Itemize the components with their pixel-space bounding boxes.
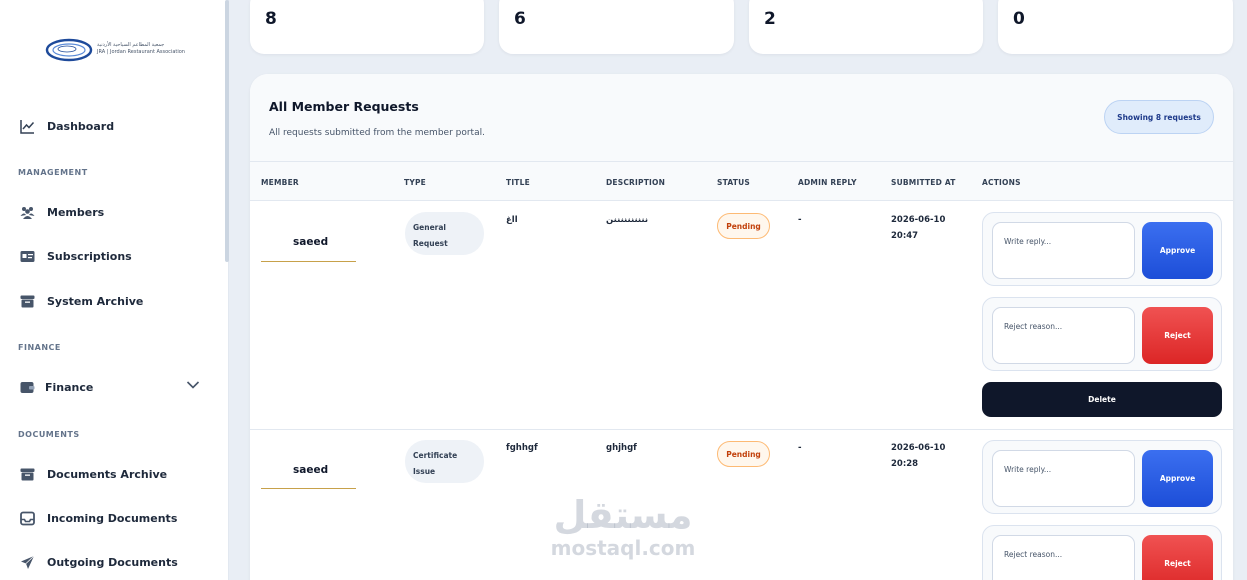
column-header-title: TITLE: [506, 178, 530, 187]
column-header-member: MEMBER: [261, 178, 299, 187]
status-badge: Pending: [717, 441, 770, 467]
table-header: MEMBER TYPE TITLE DESCRIPTION STATUS ADM…: [250, 161, 1233, 201]
submitted-at: 2026-06-10 20:47: [891, 215, 946, 241]
stat-value: 8: [265, 9, 277, 29]
reject-button[interactable]: Reject: [1142, 307, 1213, 364]
reply-input[interactable]: [992, 222, 1135, 279]
sidebar-item-subscriptions[interactable]: Subscriptions: [20, 246, 132, 266]
member-name: saeed: [293, 236, 329, 248]
member-name: saeed: [293, 464, 329, 476]
stat-card-approved: 2: [749, 0, 983, 54]
reject-reason-input[interactable]: [992, 307, 1135, 364]
jra-logo: جمعية المطاعم السياحية الأردنية JRA | Jo…: [45, 37, 185, 63]
member-requests-card: All Member Requests All requests submitt…: [250, 74, 1233, 580]
id-card-icon: [20, 250, 35, 262]
sidebar-item-label: Outgoing Documents: [47, 555, 178, 569]
sidebar-scrollbar[interactable]: [225, 0, 229, 262]
users-icon: [20, 206, 35, 219]
logo-emblem-icon: [45, 38, 93, 62]
approve-button[interactable]: Approve: [1142, 450, 1213, 507]
column-header-admin-reply: ADMIN REPLY: [798, 178, 857, 187]
paper-plane-icon: [21, 555, 35, 569]
card-subtitle: All requests submitted from the member p…: [269, 128, 485, 138]
card-title: All Member Requests: [269, 99, 419, 114]
reject-reason-input[interactable]: [992, 535, 1135, 580]
request-title: fghhgf: [506, 443, 538, 453]
stat-value: 2: [764, 9, 776, 29]
sidebar-item-incoming-documents[interactable]: Incoming Documents: [20, 508, 177, 528]
sidebar-item-label: Finance: [45, 380, 94, 394]
sidebar-item-label: Dashboard: [47, 119, 115, 133]
wallet-icon: [20, 381, 35, 393]
chart-line-icon: [20, 119, 35, 134]
reply-input[interactable]: [992, 450, 1135, 507]
request-title: ااغ: [506, 215, 518, 225]
section-label-management: MANAGEMENT: [18, 168, 88, 177]
sidebar-item-label: Members: [47, 205, 105, 219]
column-header-description: DESCRIPTION: [606, 178, 666, 187]
delete-button[interactable]: Delete: [982, 382, 1222, 417]
sidebar-item-label: Subscriptions: [47, 249, 132, 263]
column-header-status: STATUS: [717, 178, 750, 187]
sidebar-item-label: System Archive: [47, 294, 144, 308]
inbox-icon: [20, 511, 35, 525]
stat-value: 6: [514, 9, 526, 29]
request-description: ghjhgf: [606, 443, 637, 453]
stat-card-pending: 6: [499, 0, 734, 54]
reject-action-box: Reject: [982, 525, 1222, 580]
submitted-at: 2026-06-10 20:28: [891, 443, 946, 469]
section-label-documents: DOCUMENTS: [18, 430, 80, 439]
archive-box-icon: [20, 468, 35, 480]
reject-action-box: Reject: [982, 297, 1222, 371]
sidebar: جمعية المطاعم السياحية الأردنية JRA | Jo…: [0, 0, 229, 580]
sidebar-item-system-archive[interactable]: System Archive: [20, 291, 143, 311]
member-underline: [261, 488, 356, 489]
sidebar-item-finance[interactable]: Finance: [20, 377, 93, 397]
section-label-finance: FINANCE: [18, 343, 61, 352]
sidebar-item-dashboard[interactable]: Dashboard: [20, 116, 114, 136]
sidebar-item-label: Documents Archive: [47, 467, 168, 481]
stat-value: 0: [1013, 9, 1025, 29]
sidebar-item-outgoing-documents[interactable]: Outgoing Documents: [20, 552, 178, 572]
sidebar-item-label: Incoming Documents: [47, 511, 178, 525]
column-header-type: TYPE: [404, 178, 426, 187]
sidebar-item-members[interactable]: Members: [20, 202, 104, 222]
card-header: All Member Requests All requests submitt…: [250, 74, 1233, 161]
chevron-down-icon[interactable]: [186, 380, 200, 390]
sidebar-item-documents-archive[interactable]: Documents Archive: [20, 464, 167, 484]
approve-action-box: Approve: [982, 440, 1222, 514]
logo-text-english: JRA | Jordan Restaurant Association: [97, 49, 185, 55]
approve-button[interactable]: Approve: [1142, 222, 1213, 279]
stat-card-total: 8: [250, 0, 484, 54]
stat-card-rejected: 0: [998, 0, 1233, 54]
logo-text-arabic: جمعية المطاعم السياحية الأردنية: [97, 42, 165, 48]
approve-action-box: Approve: [982, 212, 1222, 286]
reject-button[interactable]: Reject: [1142, 535, 1213, 580]
type-badge: General Request: [405, 212, 484, 255]
status-badge: Pending: [717, 213, 770, 239]
column-header-actions: ACTIONS: [982, 178, 1021, 187]
request-description: ننننننننننن: [606, 215, 649, 225]
archive-box-icon: [20, 295, 35, 307]
row-divider: [250, 429, 1233, 430]
showing-count-badge: Showing 8 requests: [1104, 100, 1214, 134]
admin-reply: -: [798, 443, 802, 453]
column-header-submitted-at: SUBMITTED AT: [891, 178, 956, 187]
member-underline: [261, 261, 356, 262]
admin-reply: -: [798, 215, 802, 225]
type-badge: Certificate Issue: [405, 440, 484, 483]
